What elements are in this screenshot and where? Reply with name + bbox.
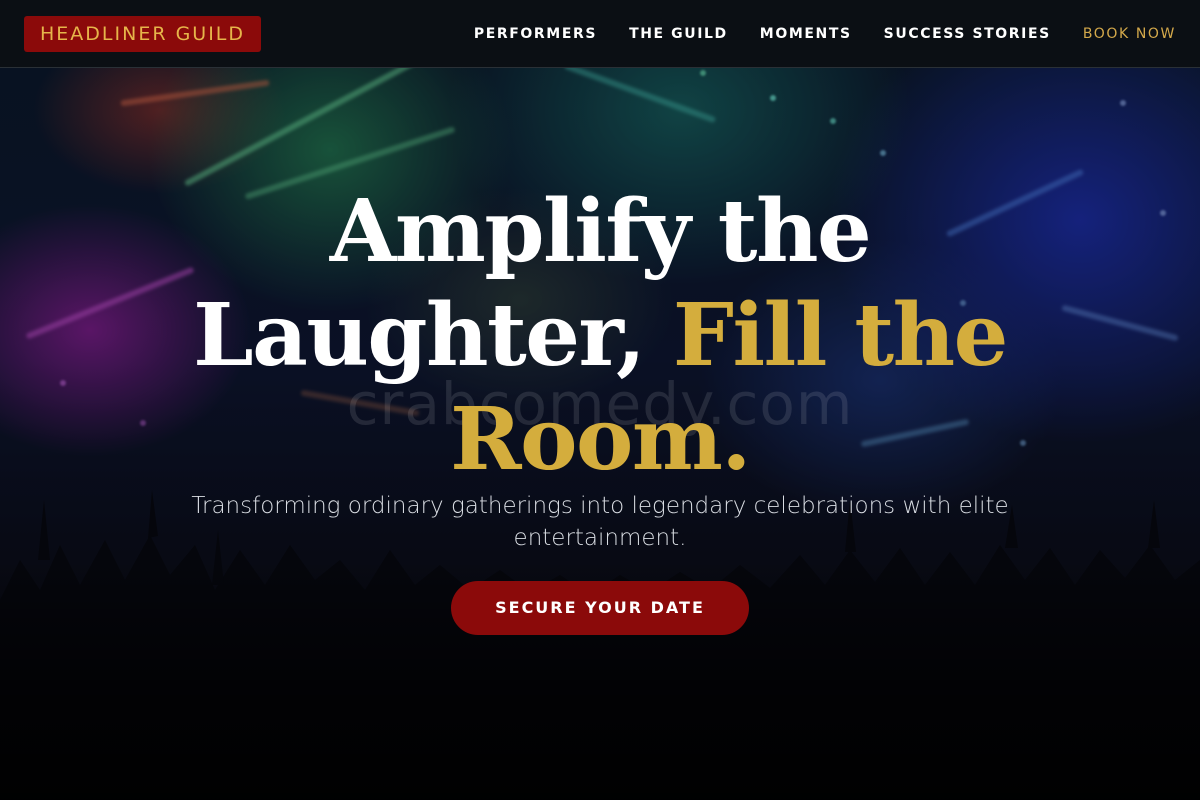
nav-link-book-now[interactable]: BOOK NOW xyxy=(1083,26,1176,42)
nav-link-success-stories[interactable]: SUCCESS STORIES xyxy=(884,26,1051,42)
hero-subtext: Transforming ordinary gatherings into le… xyxy=(191,493,1009,551)
nav-link-the-guild[interactable]: THE GUILD xyxy=(629,26,728,42)
nav-links: PERFORMERS THE GUILD MOMENTS SUCCESS STO… xyxy=(474,26,1176,42)
hero-headline: Amplify the Laughter, Fill the Room. xyxy=(100,180,1100,492)
site-logo[interactable]: HEADLINER GUILD xyxy=(24,15,262,52)
top-navbar: HEADLINER GUILD PERFORMERS THE GUILD MOM… xyxy=(0,0,1200,68)
secure-your-date-button[interactable]: SECURE YOUR DATE xyxy=(451,581,749,635)
nav-link-moments[interactable]: MOMENTS xyxy=(760,26,852,42)
nav-link-performers[interactable]: PERFORMERS xyxy=(474,26,597,42)
